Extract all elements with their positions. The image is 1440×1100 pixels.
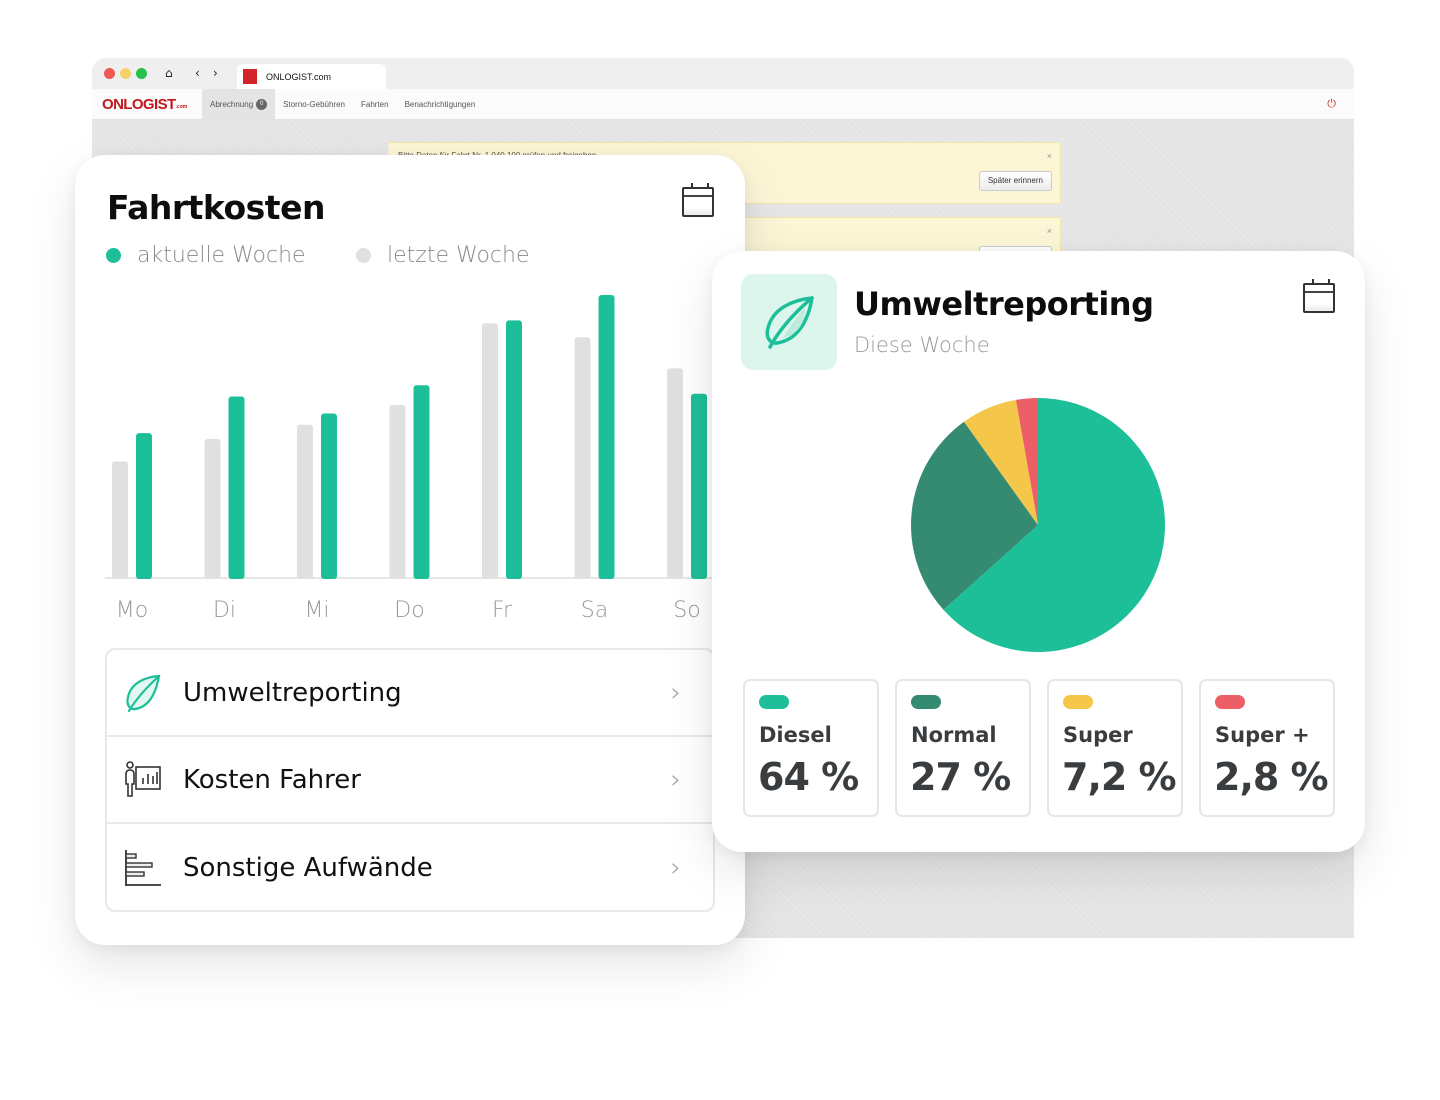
legend-label: letzte Woche	[387, 243, 530, 268]
card-title: Fahrtkosten	[107, 188, 325, 227]
chevron-right-icon: ›	[670, 764, 681, 795]
remind-later-button[interactable]: Später erinnern	[978, 171, 1052, 191]
fuel-name: Normal	[911, 723, 997, 747]
x-tick-label: Sa	[581, 598, 608, 623]
menu-label: Sonstige Aufwände	[183, 852, 433, 883]
nav-label: Fahrten	[360, 99, 389, 109]
bar-current-week-fr	[506, 320, 522, 579]
color-swatch	[1215, 695, 1245, 709]
x-tick-label: So	[673, 598, 700, 623]
notice-close-icon[interactable]: ×	[1047, 151, 1052, 161]
x-tick-label: Fr	[492, 598, 513, 623]
legend-dot	[106, 248, 121, 263]
chevron-right-icon: ›	[670, 677, 681, 708]
fuel-percentage: 27 %	[910, 755, 1011, 799]
legend-dot	[356, 248, 371, 263]
forward-icon[interactable]: ›	[213, 65, 218, 81]
logo-suffix: .com	[175, 104, 188, 110]
card-subtitle: Diese Woche	[854, 333, 990, 357]
horizontal-bars-icon	[123, 848, 163, 888]
nav-badge: 0	[256, 98, 268, 110]
app-logo[interactable]: ONLOGIST .com	[92, 89, 202, 119]
bar-last-week-do	[389, 404, 406, 579]
legend-item-current-week: aktuelle Woche	[106, 243, 306, 268]
fuel-percentage: 64 %	[758, 755, 859, 799]
close-window-button[interactable]	[104, 68, 115, 79]
logout-power-icon[interactable]: ⏻	[1327, 97, 1336, 111]
menu-item-sonstige-aufwaende[interactable]: Sonstige Aufwände ›	[107, 824, 713, 910]
nav-item-storno-gebuehren[interactable]: Storno-Gebühren	[275, 89, 353, 119]
fuel-percentage: 7,2 %	[1062, 755, 1177, 799]
bar-current-week-so	[691, 393, 707, 579]
x-tick-label: Mi	[304, 598, 329, 623]
x-tick-label: Do	[394, 598, 424, 623]
back-icon[interactable]: ‹	[195, 65, 200, 81]
menu-label: Kosten Fahrer	[183, 764, 361, 795]
nav-item-fahrten[interactable]: Fahrten	[353, 89, 397, 119]
color-swatch	[759, 695, 789, 709]
fuel-pie-chart	[911, 398, 1165, 652]
fuel-name: Super	[1063, 723, 1133, 747]
fuel-name: Diesel	[759, 723, 832, 747]
bar-last-week-fr	[482, 323, 498, 579]
fuel-card-super: Super 7,2 %	[1047, 679, 1183, 817]
color-swatch	[911, 695, 941, 709]
legend-label: aktuelle Woche	[137, 243, 306, 268]
menu-item-umweltreporting[interactable]: Umweltreporting ›	[107, 650, 713, 737]
fuel-percentage: 2,8 %	[1214, 755, 1329, 799]
color-swatch	[1063, 695, 1093, 709]
fuel-name: Super +	[1215, 723, 1310, 747]
calendar-icon[interactable]	[682, 183, 714, 217]
bar-last-week-mi	[297, 424, 313, 579]
nav-label: Abrechnung	[210, 99, 254, 109]
browser-titlebar: ⌂ ‹ › ONLOGIST.com	[92, 58, 1354, 89]
bar-current-week-mi	[321, 413, 337, 579]
leaf-icon	[123, 673, 163, 713]
legend-item-last-week: letzte Woche	[356, 243, 529, 268]
nav-label: Storno-Gebühren	[283, 99, 345, 109]
leaf-icon	[741, 274, 837, 370]
tab-title: ONLOGIST.com	[266, 71, 332, 82]
x-tick-label: Mo	[116, 598, 148, 623]
nav-item-benachrichtigungen[interactable]: Benachrichtigungen	[397, 89, 484, 119]
minimize-window-button[interactable]	[120, 68, 131, 79]
card-title: Umweltreporting	[854, 285, 1154, 323]
bar-current-week-di	[228, 396, 245, 579]
logo-text: ONLOGIST	[102, 95, 176, 113]
bar-current-week-do	[413, 385, 430, 579]
favicon-icon	[243, 69, 257, 84]
nav-label: Benachrichtigungen	[404, 99, 476, 109]
bar-last-week-mo	[112, 461, 128, 579]
maximize-window-button[interactable]	[136, 68, 147, 79]
browser-tab[interactable]: ONLOGIST.com	[237, 64, 386, 89]
bar-current-week-mo	[136, 433, 152, 579]
menu-label: Umweltreporting	[183, 677, 402, 708]
menu-item-kosten-fahrer[interactable]: Kosten Fahrer ›	[107, 737, 713, 824]
notice-close-icon[interactable]: ×	[1047, 226, 1052, 236]
app-navbar: ONLOGIST .com Abrechnung 0 Storno-Gebühre…	[92, 89, 1354, 120]
bar-last-week-sa	[574, 337, 591, 579]
home-icon[interactable]: ⌂	[165, 65, 173, 81]
fuel-card-normal: Normal 27 %	[895, 679, 1031, 817]
fuel-stat-cards: Diesel 64 % Normal 27 % Super 7,2 % Supe…	[743, 679, 1335, 817]
costs-card: Fahrtkosten aktuelle Woche letzte Woche …	[75, 155, 745, 945]
bar-last-week-di	[204, 438, 221, 579]
bar-last-week-so	[667, 368, 683, 579]
chevron-right-icon: ›	[670, 852, 681, 883]
nav-item-abrechnung[interactable]: Abrechnung 0	[202, 89, 276, 119]
fuel-card-diesel: Diesel 64 %	[743, 679, 879, 817]
calendar-icon[interactable]	[1303, 279, 1335, 313]
fuel-card-super-plus: Super + 2,8 %	[1199, 679, 1335, 817]
bar-current-week-sa	[598, 295, 615, 579]
environment-card: Umweltreporting Diese Woche Diesel 64 % …	[712, 251, 1365, 852]
x-tick-label: Di	[213, 598, 236, 623]
menu-list: Umweltreporting › Kosten Fahrer › Sonsti…	[105, 648, 715, 912]
presenter-chart-icon	[123, 760, 163, 800]
